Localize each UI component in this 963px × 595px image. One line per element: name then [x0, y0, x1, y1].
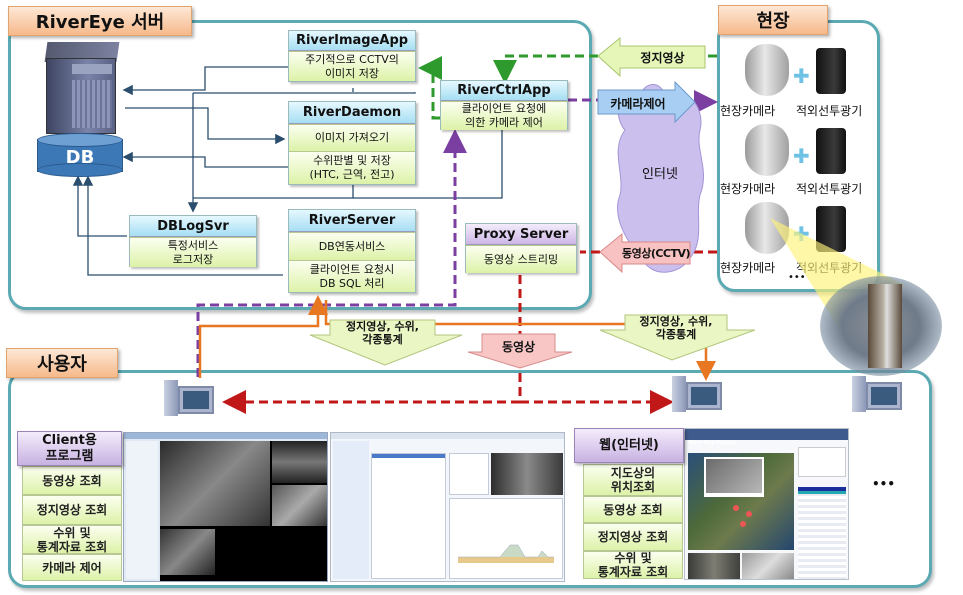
client-feature-stats: 수위 및 통계자료 조회: [22, 525, 122, 554]
client-pc-icon: [164, 380, 219, 422]
user-more-dots: •••: [872, 477, 896, 491]
web-screenshot: River Eye Project: [684, 428, 849, 580]
other-pc-icon: [852, 376, 907, 418]
web-pc-icon: [672, 376, 727, 418]
web-feature-map-location: 지도상의 위치조회: [583, 464, 683, 496]
web-page-title: River Eye Project: [688, 440, 737, 446]
client-feature-still: 정지영상 조회: [22, 495, 122, 525]
client-data-screenshot: [330, 432, 565, 582]
mini-chart: [458, 544, 554, 563]
web-title: 웹(인터넷): [574, 428, 684, 463]
client-program-title: Client용 프로그램: [17, 431, 122, 466]
client-feature-video: 동영상 조회: [22, 466, 122, 495]
web-feature-stats: 수위 및 통계자료 조회: [583, 551, 683, 579]
web-feature-video: 동영상 조회: [583, 496, 683, 523]
web-feature-still: 정지영상 조회: [583, 523, 683, 551]
water-gauge-photo: [820, 276, 942, 376]
client-cctv-screenshot: [123, 432, 328, 582]
client-feature-camera-control: 카메라 제어: [22, 554, 122, 581]
